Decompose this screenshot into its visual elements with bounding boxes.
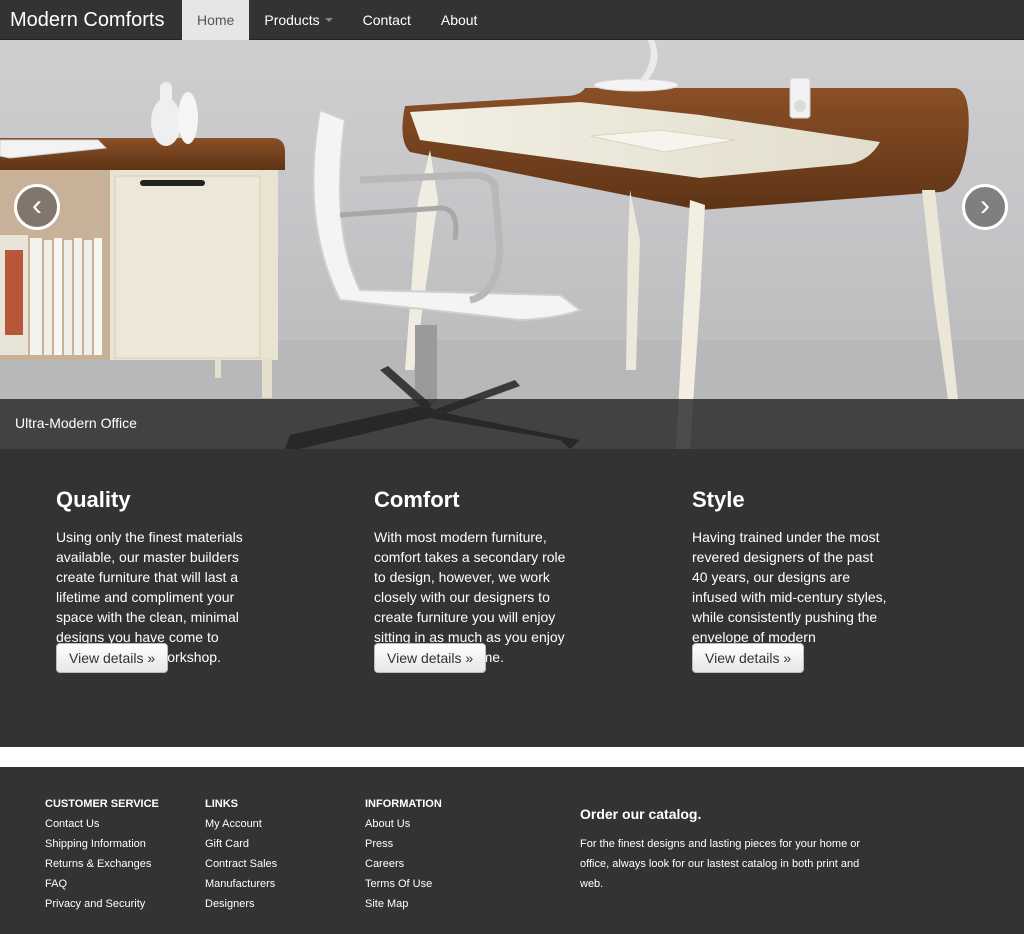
nav-contact-label: Contact	[362, 12, 411, 28]
chevron-left-icon: ‹	[32, 189, 42, 222]
footer-link-returns[interactable]: Returns & Exchanges	[45, 854, 159, 874]
carousel-caption: Ultra-Modern Office	[0, 399, 1024, 449]
carousel-prev-button[interactable]: ‹	[14, 184, 60, 230]
footer-heading: LINKS	[205, 798, 238, 810]
carousel-caption-text: Ultra-Modern Office	[15, 415, 137, 431]
chevron-right-icon: ›	[980, 189, 990, 222]
footer-heading: INFORMATION	[365, 798, 442, 810]
footer-link-my-account[interactable]: My Account	[205, 814, 277, 834]
nav-home-label: Home	[197, 12, 235, 28]
main-nav: Home Products Contact About	[182, 0, 492, 40]
feature-title: Quality	[56, 487, 131, 512]
nav-about[interactable]: About	[426, 0, 493, 40]
footer-link-gift-card[interactable]: Gift Card	[205, 834, 277, 854]
footer-link-manufacturers[interactable]: Manufacturers	[205, 874, 277, 894]
hero-carousel: ‹ › Ultra-Modern Office	[0, 40, 1024, 449]
catalog-title: Order our catalog.	[580, 806, 702, 822]
feature-quality: Quality Using only the finest materials …	[56, 485, 306, 667]
footer-link-press[interactable]: Press	[365, 834, 442, 854]
footer: CUSTOMER SERVICE Contact Us Shipping Inf…	[0, 767, 1024, 934]
office-furniture-image	[0, 40, 1024, 449]
features-section: Quality Using only the finest materials …	[0, 449, 1024, 747]
chevron-down-icon	[324, 18, 333, 23]
footer-link-shipping[interactable]: Shipping Information	[45, 834, 159, 854]
footer-link-designers[interactable]: Designers	[205, 894, 277, 914]
feature-style: Style Having trained under the most reve…	[692, 485, 942, 667]
footer-heading: CUSTOMER SERVICE	[45, 798, 159, 810]
navbar: Modern Comforts Home Products Contact Ab…	[0, 0, 1024, 40]
view-details-button-style[interactable]: View details »	[692, 643, 805, 673]
catalog-promo: Order our catalog. For the finest design…	[580, 805, 880, 894]
footer-column-customer-service: CUSTOMER SERVICE Contact Us Shipping Inf…	[45, 797, 159, 914]
nav-about-label: About	[440, 12, 478, 28]
carousel-next-button[interactable]: ›	[962, 184, 1008, 230]
footer-link-terms[interactable]: Terms Of Use	[365, 874, 442, 894]
feature-title: Style	[692, 487, 745, 512]
footer-link-privacy[interactable]: Privacy and Security	[45, 894, 159, 914]
footer-link-site-map[interactable]: Site Map	[365, 894, 442, 914]
view-details-button-comfort[interactable]: View details »	[374, 643, 487, 673]
footer-column-information: INFORMATION About Us Press Careers Terms…	[365, 797, 442, 914]
footer-link-contract-sales[interactable]: Contract Sales	[205, 854, 277, 874]
feature-title: Comfort	[374, 487, 460, 512]
feature-comfort: Comfort With most modern furniture, comf…	[374, 485, 624, 667]
nav-products[interactable]: Products	[249, 0, 347, 40]
footer-column-links: LINKS My Account Gift Card Contract Sale…	[205, 797, 277, 914]
footer-link-contact-us[interactable]: Contact Us	[45, 814, 159, 834]
view-details-button-quality[interactable]: View details »	[56, 643, 169, 673]
footer-link-careers[interactable]: Careers	[365, 854, 442, 874]
footer-link-about-us[interactable]: About Us	[365, 814, 442, 834]
brand-logo[interactable]: Modern Comforts	[10, 0, 165, 40]
footer-link-faq[interactable]: FAQ	[45, 874, 159, 894]
nav-products-label: Products	[264, 12, 320, 28]
catalog-text: For the finest designs and lasting piece…	[580, 838, 861, 890]
nav-contact[interactable]: Contact	[348, 0, 426, 40]
nav-home[interactable]: Home	[182, 0, 250, 40]
